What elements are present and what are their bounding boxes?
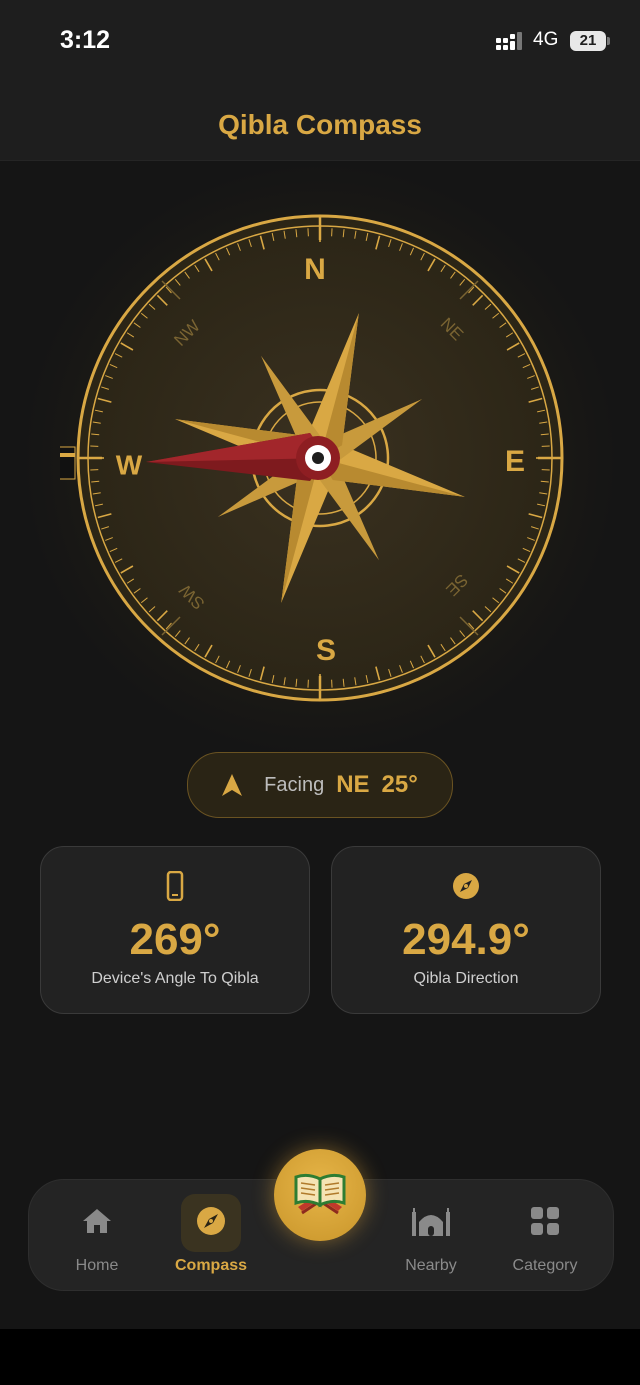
compass-dial: N E S W NE SE SW NW	[60, 214, 564, 702]
compass-label-s: S	[316, 634, 336, 667]
facing-indicator: Facing NE 25°	[187, 752, 453, 818]
battery-icon	[607, 37, 610, 45]
nav-label-home: Home	[75, 1257, 119, 1274]
nav-label-nearby: Nearby	[405, 1257, 457, 1274]
signal-icon	[496, 32, 522, 50]
status-bar: 3:12 4G 21	[0, 0, 640, 90]
facing-label: Facing	[264, 773, 325, 796]
facing-degrees: 25°	[381, 771, 418, 798]
battery-level: 21	[570, 31, 606, 51]
qibla-direction-label: Qibla Direction	[413, 970, 519, 987]
grid-icon	[531, 1207, 559, 1235]
quran-fab-button[interactable]	[274, 1149, 366, 1241]
network-type: 4G	[533, 29, 559, 50]
home-icon	[83, 1209, 111, 1233]
compass-label-w: W	[116, 449, 143, 480]
page-title: Qibla Compass	[218, 109, 422, 140]
navigation-arrow-icon	[222, 774, 243, 796]
kaaba-icon	[60, 446, 76, 480]
compass-icon	[197, 1207, 225, 1235]
app-header: Qibla Compass	[0, 90, 640, 161]
phone-icon	[166, 871, 184, 901]
system-bottom-bar	[0, 1329, 640, 1385]
device-angle-card: 269° Device's Angle To Qibla	[40, 846, 310, 1014]
nav-item-compass[interactable]: Compass	[161, 1180, 261, 1290]
nav-label-compass: Compass	[174, 1257, 248, 1274]
device-angle-value: 269°	[129, 915, 221, 964]
compass-icon	[453, 873, 479, 899]
quran-icon	[294, 1173, 346, 1215]
qibla-direction-value: 294.9°	[402, 915, 530, 964]
status-time: 3:12	[60, 26, 111, 54]
nav-item-nearby[interactable]: Nearby	[381, 1180, 481, 1290]
nav-label-category: Category	[512, 1257, 578, 1274]
nav-item-home[interactable]: Home	[47, 1180, 147, 1290]
compass-label-n: N	[304, 253, 326, 286]
compass-label-e: E	[505, 445, 525, 478]
qibla-direction-card: 294.9° Qibla Direction	[331, 846, 601, 1014]
mosque-icon	[412, 1208, 450, 1236]
device-angle-label: Device's Angle To Qibla	[91, 970, 259, 987]
facing-direction: NE	[336, 771, 370, 798]
nav-item-category[interactable]: Category	[495, 1180, 595, 1290]
